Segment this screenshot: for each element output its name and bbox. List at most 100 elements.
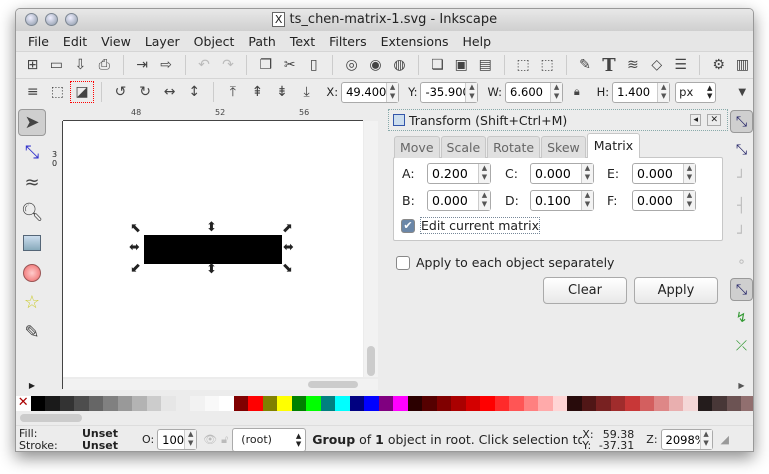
xml-editor-icon[interactable]: ◇	[646, 55, 667, 75]
color-swatch[interactable]	[712, 396, 727, 411]
color-swatch[interactable]	[88, 396, 103, 411]
menu-file[interactable]: File	[21, 34, 56, 49]
matrix-e-stepper[interactable]: ▲ ▼	[683, 164, 695, 183]
rotate-cw-icon[interactable]: ↻	[134, 82, 156, 102]
layer-select[interactable]: (root) ▲ ▼	[232, 427, 307, 451]
scale-handle-e[interactable]: ⬌	[283, 240, 294, 255]
matrix-b-stepper[interactable]: ▲ ▼	[478, 191, 490, 210]
select-all-icon[interactable]: ≡	[22, 82, 44, 102]
layer-lock-icon[interactable]: 🔓︎	[221, 433, 228, 447]
zoom-tool-icon[interactable]: 🔍︎	[18, 199, 46, 226]
color-swatch[interactable]	[523, 396, 538, 411]
close-window-button[interactable]	[25, 13, 38, 26]
matrix-a-stepper[interactable]: ▲ ▼	[478, 164, 490, 183]
lower-icon[interactable]: ⇟	[271, 82, 293, 102]
no-paint-swatch[interactable]: ✕	[16, 396, 31, 411]
x-input[interactable]	[342, 85, 387, 99]
new-document-icon[interactable]: ⊞	[22, 55, 43, 75]
color-swatch[interactable]	[741, 396, 753, 411]
color-swatch[interactable]	[219, 396, 234, 411]
color-swatch[interactable]	[581, 396, 596, 411]
menu-object[interactable]: Object	[187, 34, 242, 49]
minimize-window-button[interactable]	[45, 13, 58, 26]
scale-handle-sw[interactable]: ⬋	[130, 261, 141, 276]
unit-select[interactable]: px ▲ ▼	[675, 81, 717, 103]
y-stepper[interactable]: ▲ ▼	[465, 82, 478, 102]
snap-nodes-icon[interactable]: ⤡	[730, 278, 753, 301]
scale-handle-w[interactable]: ⬌	[129, 240, 140, 255]
paste-icon[interactable]: ▯	[303, 55, 324, 75]
color-swatch[interactable]	[117, 396, 132, 411]
snap-bbox-center-icon[interactable]: ∘	[730, 250, 753, 273]
flip-vertical-icon[interactable]: ↕	[183, 82, 205, 102]
matrix-a-input[interactable]	[428, 166, 478, 181]
color-swatch[interactable]	[277, 396, 292, 411]
h-input[interactable]	[613, 85, 658, 99]
tab-skew[interactable]: Skew	[541, 136, 586, 158]
scale-handle-se[interactable]: ⬊	[282, 261, 293, 276]
color-swatch[interactable]	[407, 396, 422, 411]
color-swatch[interactable]	[697, 396, 712, 411]
menu-edit[interactable]: Edit	[56, 34, 94, 49]
color-swatch[interactable]	[175, 396, 190, 411]
zoom-page-icon[interactable]: ◍	[389, 55, 410, 75]
layer-visibility-icon[interactable]: 👁︎	[203, 433, 217, 446]
color-swatch[interactable]	[567, 396, 582, 411]
document-properties-icon[interactable]: ▥	[732, 55, 753, 75]
zoom-drawing-icon[interactable]: ◉	[365, 55, 386, 75]
snap-bbox-icon[interactable]: ⤡	[730, 138, 753, 161]
snap-bbox-corner-icon[interactable]: ┤	[730, 194, 753, 217]
color-swatch[interactable]	[451, 396, 466, 411]
color-swatch[interactable]	[596, 396, 611, 411]
layers-icon[interactable]: ≋	[622, 55, 643, 75]
deselect-icon[interactable]: ◪	[70, 81, 94, 103]
color-swatch[interactable]	[146, 396, 161, 411]
snap-bbox-edge-icon[interactable]: ┘	[730, 166, 753, 189]
color-swatch[interactable]	[726, 396, 741, 411]
select-all-layers-icon[interactable]: ⬚	[47, 82, 69, 102]
import-icon[interactable]: ⇥	[132, 55, 153, 75]
color-swatch[interactable]	[291, 396, 306, 411]
resize-grip-icon[interactable]: ◢	[721, 433, 729, 446]
snap-bbox-midpoint-icon[interactable]: ┘	[730, 222, 753, 245]
color-swatch[interactable]	[335, 396, 350, 411]
align-distribute-icon[interactable]: ☰	[670, 55, 691, 75]
color-swatch[interactable]	[262, 396, 277, 411]
matrix-f-input[interactable]	[633, 193, 683, 208]
color-swatch[interactable]	[639, 396, 654, 411]
zoom-selection-icon[interactable]: ◎	[341, 55, 362, 75]
color-swatch[interactable]	[668, 396, 683, 411]
horizontal-scrollbar[interactable]	[63, 379, 378, 390]
y-input[interactable]	[421, 85, 466, 99]
color-swatch[interactable]	[349, 396, 364, 411]
scale-handle-nw[interactable]: ⬉	[130, 221, 141, 236]
color-swatch[interactable]	[103, 396, 118, 411]
color-swatch[interactable]	[480, 396, 495, 411]
copy-icon[interactable]: ❐	[255, 55, 276, 75]
dialog-iconify-icon[interactable]: ◂	[690, 114, 701, 126]
toolbar-overflow-icon[interactable]: ▼	[731, 82, 753, 102]
color-swatch[interactable]	[248, 396, 263, 411]
menu-path[interactable]: Path	[241, 34, 282, 49]
cut-icon[interactable]: ✂	[279, 55, 300, 75]
h-stepper[interactable]: ▲ ▼	[657, 82, 670, 102]
zoom-input[interactable]	[661, 432, 700, 447]
vertical-scrollbar[interactable]	[364, 121, 378, 377]
menu-extensions[interactable]: Extensions	[374, 34, 456, 49]
color-swatch[interactable]	[74, 396, 89, 411]
color-swatch[interactable]	[552, 396, 567, 411]
color-swatch[interactable]	[59, 396, 74, 411]
clone-icon[interactable]: ▣	[451, 55, 472, 75]
pencil-tool-icon[interactable]: ✎	[18, 319, 46, 346]
zoom-stepper[interactable]: ▲ ▼	[699, 430, 712, 449]
color-swatch[interactable]	[465, 396, 480, 411]
color-swatch[interactable]	[538, 396, 553, 411]
tab-matrix[interactable]: Matrix	[586, 133, 641, 158]
ungroup-icon[interactable]: ⬚	[537, 55, 558, 75]
color-swatch[interactable]	[233, 396, 248, 411]
menu-filters[interactable]: Filters	[322, 34, 373, 49]
undo-icon[interactable]: ↶	[194, 55, 215, 75]
color-swatch[interactable]	[436, 396, 451, 411]
color-swatch[interactable]	[378, 396, 393, 411]
color-swatch[interactable]	[625, 396, 640, 411]
